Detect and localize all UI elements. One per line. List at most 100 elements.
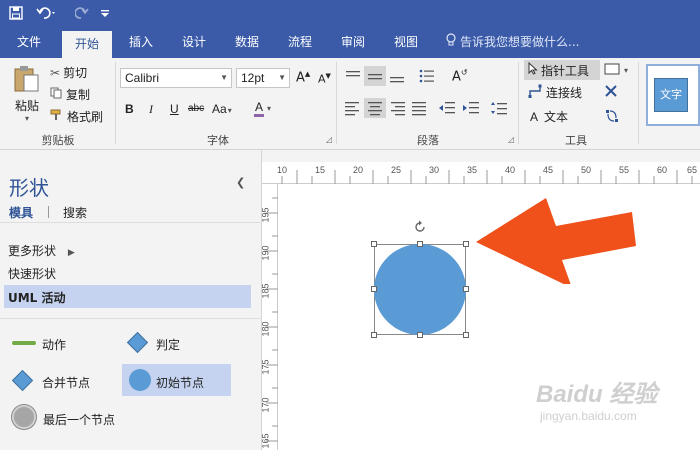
connector-button[interactable]: 连接线 (528, 84, 582, 101)
horizontal-ruler: 10 15 20 25 30 35 40 45 50 55 60 65 (262, 162, 700, 184)
strikethrough-button[interactable]: abc (188, 103, 204, 114)
collapse-panel-icon[interactable]: ❮ (236, 176, 245, 189)
panel-title: 形状 (9, 176, 49, 200)
font-name-value: Calibri (125, 71, 160, 85)
quick-shapes-item[interactable]: 快速形状 (8, 265, 56, 282)
font-name-select[interactable]: Calibri ▼ (120, 68, 232, 88)
ribbon: 粘贴 ▾ ✂ 剪切 复制 格式刷 剪贴板 Calibri ▼ 12pt ▼ A▲ A… (0, 58, 700, 150)
tab-process[interactable]: 流程 (279, 26, 321, 58)
paste-button[interactable]: 粘贴 ▾ (10, 64, 44, 123)
paste-label: 粘贴 (14, 99, 39, 113)
font-dialog-launcher-icon[interactable]: ◿ (326, 135, 332, 144)
rotate-arrows-icon[interactable] (604, 108, 620, 124)
align-center-button[interactable] (364, 98, 386, 118)
increase-indent-icon (463, 102, 479, 114)
tab-stencils[interactable]: 模具 (9, 204, 33, 221)
chevron-down-icon: ▼ (220, 73, 228, 82)
resize-handle[interactable] (417, 332, 423, 338)
increase-indent-button[interactable] (462, 100, 480, 116)
clipboard-group-label: 剪贴板 (41, 134, 75, 147)
resize-handle[interactable] (371, 332, 377, 338)
change-case-button[interactable]: Aa▾ (212, 102, 232, 116)
text-tool-button[interactable]: A 文本 (530, 108, 568, 125)
align-right-button[interactable] (388, 100, 406, 116)
align-left-button[interactable] (344, 100, 362, 116)
ruler-label: 180 (260, 321, 271, 337)
font-color-button[interactable]: A ▾ (254, 100, 271, 117)
ruler-spacer (262, 150, 700, 162)
shrink-font-icon[interactable]: A▼ (318, 72, 331, 86)
resize-handle[interactable] (463, 332, 469, 338)
tab-review[interactable]: 审阅 (332, 26, 374, 58)
align-top-button[interactable] (344, 68, 362, 84)
resize-handle[interactable] (463, 241, 469, 247)
undo-icon[interactable] (34, 3, 60, 23)
decrease-indent-button[interactable] (438, 100, 456, 116)
tab-design[interactable]: 设计 (173, 26, 215, 58)
grow-font-icon[interactable]: A▲ (296, 70, 310, 85)
resize-handle[interactable] (463, 286, 469, 292)
shape-decision[interactable]: 判定 (124, 331, 234, 357)
paragraph-spacing-button[interactable] (490, 100, 508, 116)
redo-icon[interactable] (72, 3, 92, 23)
align-bottom-button[interactable] (388, 68, 406, 84)
divider (518, 62, 519, 144)
tab-file[interactable]: 文件 (8, 26, 50, 58)
decision-shape-icon (126, 331, 149, 354)
initial-node-shape[interactable] (374, 244, 466, 335)
tab-data[interactable]: 数据 (226, 26, 268, 58)
resize-handle[interactable] (371, 286, 377, 292)
ruler-label: 170 (260, 397, 271, 413)
action-label: 动作 (42, 338, 67, 352)
customize-icon[interactable] (98, 3, 112, 23)
shape-initial-node[interactable]: 初始节点 (122, 364, 231, 396)
tab-search[interactable]: 搜索 (63, 204, 87, 221)
pointer-tool-button[interactable]: 指针工具 (524, 60, 600, 80)
paragraph-dialog-launcher-icon[interactable]: ◿ (508, 135, 514, 144)
scissors-icon: ✂ (50, 65, 61, 80)
resize-handle[interactable] (417, 241, 423, 247)
format-painter-button[interactable]: 格式刷 (50, 108, 103, 125)
rotate-handle-icon[interactable] (413, 220, 427, 237)
align-bottom-icon (390, 77, 404, 83)
shape-final-node[interactable]: 最后一个节点 (10, 403, 150, 433)
merge-node-shape-icon (11, 369, 34, 392)
text-direction-icon[interactable]: A↺ (452, 68, 468, 84)
cut-button[interactable]: ✂ 剪切 (50, 64, 87, 81)
tab-insert[interactable]: 插入 (120, 26, 162, 58)
divider (336, 62, 337, 144)
style-preview-swatch[interactable]: 文字 (654, 78, 688, 112)
save-icon[interactable] (6, 3, 26, 23)
underline-button[interactable]: U (170, 102, 179, 116)
bullets-button[interactable] (418, 68, 436, 84)
more-shapes-item[interactable]: 更多形状 ▶ (8, 242, 75, 259)
close-x-icon[interactable] (604, 84, 618, 98)
chevron-right-icon: ▶ (67, 248, 75, 258)
copy-button[interactable]: 复制 (50, 86, 90, 103)
tell-me-box[interactable]: 告诉我您想要做什么... (445, 26, 579, 58)
resize-handle[interactable] (371, 241, 377, 247)
font-color-label: A (254, 100, 265, 117)
shape-merge-node[interactable]: 合并节点 (10, 368, 120, 394)
format-painter-label: 格式刷 (67, 110, 104, 124)
ruler-label: 60 (657, 165, 668, 175)
ruler-label: 165 (260, 433, 271, 449)
uml-activity-stencil[interactable]: UML 活动 (4, 285, 251, 308)
align-middle-icon (368, 74, 382, 80)
divider (48, 206, 49, 218)
italic-button[interactable]: I (149, 102, 153, 117)
tab-home[interactable]: 开始 (62, 31, 112, 58)
align-middle-button[interactable] (364, 66, 386, 86)
justify-button[interactable] (410, 100, 428, 116)
font-size-select[interactable]: 12pt ▼ (236, 68, 290, 88)
tab-view[interactable]: 视图 (385, 26, 427, 58)
rectangle-shape-button[interactable]: ▾ (604, 63, 628, 78)
bold-button[interactable]: B (125, 102, 134, 116)
shape-action[interactable]: 动作 (10, 333, 120, 355)
uml-activity-label: UML 活动 (8, 291, 66, 305)
connector-icon (528, 84, 542, 101)
drawing-canvas[interactable]: Baidu 经验 jingyan.baidu.com (278, 184, 700, 450)
align-left-icon (345, 102, 359, 116)
bullets-icon (419, 69, 434, 83)
shape-style-gallery[interactable]: 文字 (646, 64, 700, 126)
